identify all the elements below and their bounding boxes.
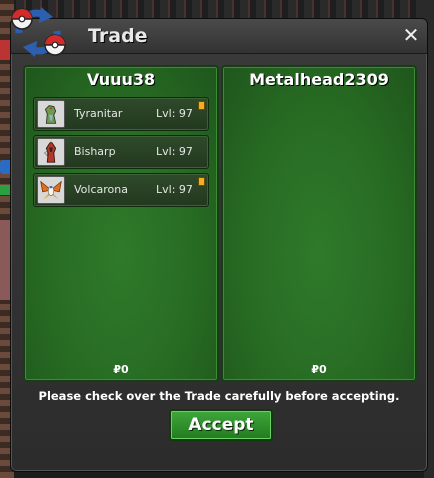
accept-button[interactable]: Accept: [169, 409, 273, 441]
pokemon-slot[interactable]: Tyranitar Lvl: 97: [33, 97, 209, 131]
held-item-icon: [198, 101, 205, 110]
pokemon-name: Bisharp: [74, 145, 116, 158]
pokemon-slot[interactable]: Volcarona Lvl: 97: [33, 173, 209, 207]
pokemon-name: Tyranitar: [74, 107, 123, 120]
pokemon-level: Lvl: 97: [156, 107, 193, 120]
volcarona-sprite-icon: [37, 176, 65, 204]
pokemon-level: Lvl: 97: [156, 183, 193, 196]
right-trade-panel: Metalhead2309 ₽0: [221, 65, 417, 382]
held-item-icon: [198, 177, 205, 186]
pokemon-level: Lvl: 97: [156, 145, 193, 158]
pokemon-name: Volcarona: [74, 183, 128, 196]
trade-notice-text: Please check over the Trade carefully be…: [38, 389, 400, 403]
left-trainer-name: Vuuu38: [86, 70, 156, 89]
left-money-offer: ₽0: [113, 363, 129, 376]
close-button[interactable]: ✕: [401, 25, 421, 45]
bisharp-sprite-icon: [37, 138, 65, 166]
trade-swap-icon: [11, 7, 66, 57]
dialog-title: Trade: [88, 25, 148, 47]
dialog-titlebar[interactable]: Trade ✕: [11, 19, 427, 54]
tyranitar-sprite-icon: [37, 100, 65, 128]
right-trainer-name: Metalhead2309: [249, 70, 389, 89]
pokemon-slot[interactable]: Bisharp Lvl: 97: [33, 135, 209, 169]
right-money-offer: ₽0: [311, 363, 327, 376]
trade-dialog: Trade ✕ Vuuu38 Tyranitar Lvl: 97 Bisharp…: [10, 7, 428, 472]
left-trade-panel: Vuuu38 Tyranitar Lvl: 97 Bisharp Lvl: 97: [23, 65, 219, 382]
